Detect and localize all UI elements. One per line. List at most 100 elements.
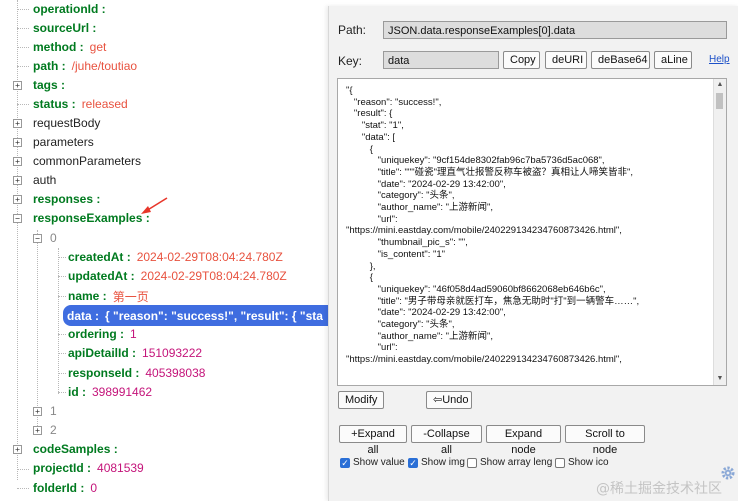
node-key: 2 — [50, 423, 57, 437]
node-value: 2024-02-29T08:04:24.780Z — [140, 269, 287, 283]
node-key: 0 — [50, 231, 57, 245]
expand-node-button[interactable]: Expand node — [486, 425, 561, 456]
show-img-checkbox[interactable]: ✓ Show img — [408, 457, 465, 468]
value-editor-textarea[interactable]: "{ "reason": "success!", "result": { "st… — [337, 78, 727, 386]
tree-node-apiDetailId[interactable]: apiDetailId : 151093222 — [68, 344, 202, 362]
tree-node-ordering[interactable]: ordering : 1 — [68, 325, 137, 343]
node-value: 398991462 — [92, 385, 153, 399]
scroll-down-icon[interactable]: ▼ — [714, 373, 726, 385]
checkbox-unchecked-icon — [467, 457, 477, 468]
tree-node-sourceUrl[interactable]: sourceUrl : — [33, 19, 96, 37]
modify-button[interactable]: Modify — [338, 391, 384, 409]
show-ico-checkbox[interactable]: Show ico — [555, 457, 609, 468]
minus-square-icon[interactable]: − — [13, 214, 22, 223]
tree-connector — [58, 373, 66, 374]
tree-node-folderId[interactable]: folderId : 0 — [33, 479, 97, 497]
node-value: 1 — [130, 327, 137, 341]
node-key: responseId : — [68, 366, 140, 380]
tree-node-createdAt[interactable]: createdAt : 2024-02-29T08:04:24.780Z — [68, 248, 283, 266]
tree-node-operationId[interactable]: operationId : — [33, 0, 106, 18]
node-value: 4081539 — [97, 461, 144, 475]
plus-square-icon[interactable]: + — [33, 407, 42, 416]
node-key: status : — [33, 97, 76, 111]
minus-square-icon[interactable]: − — [33, 234, 42, 243]
plus-square-icon[interactable]: + — [13, 119, 22, 128]
tree-node-status[interactable]: status : released — [33, 95, 128, 113]
node-key: codeSamples : — [33, 442, 118, 456]
path-field[interactable]: JSON.data.responseExamples[0].data — [383, 21, 727, 39]
tree-node-commonParameters[interactable]: commonParameters — [33, 152, 141, 170]
node-key: data : — [67, 308, 100, 323]
node-key: responseExamples : — [33, 211, 150, 225]
checkbox-checked-icon: ✓ — [340, 457, 350, 468]
checkbox-label: Show value — [353, 457, 405, 468]
tree-connector — [17, 66, 29, 67]
tree-node-updatedAt[interactable]: updatedAt : 2024-02-29T08:04:24.780Z — [68, 267, 287, 285]
node-value: 0 — [90, 481, 98, 495]
tree-node-projectId[interactable]: projectId : 4081539 — [33, 459, 144, 477]
scroll-up-icon[interactable]: ▲ — [714, 79, 726, 91]
node-key: 1 — [50, 404, 57, 418]
aline-button[interactable]: aLine — [654, 51, 692, 69]
plus-square-icon[interactable]: + — [13, 157, 22, 166]
tree-node-data-selected[interactable]: data : { "reason": "success!", "result": … — [63, 305, 334, 326]
checkbox-unchecked-icon — [555, 457, 565, 468]
tree-connector — [58, 392, 66, 393]
node-key: tags : — [33, 78, 66, 92]
tree-guide-line — [17, 0, 18, 480]
tree-node-codeSamples[interactable]: codeSamples : — [33, 440, 118, 458]
node-key: apiDetailId : — [68, 346, 137, 360]
expand-all-button[interactable]: +Expand all — [339, 425, 407, 456]
checkbox-checked-icon: ✓ — [408, 457, 418, 468]
plus-square-icon[interactable]: + — [13, 81, 22, 90]
plus-square-icon[interactable]: + — [13, 445, 22, 454]
tree-connector — [17, 488, 29, 489]
node-value: get — [89, 40, 107, 54]
gear-icon[interactable] — [720, 465, 736, 481]
tree-node-tags[interactable]: tags : — [33, 76, 65, 94]
tree-node-index-2[interactable]: 2 — [50, 421, 57, 439]
debase64-button[interactable]: deBase64 — [591, 51, 650, 69]
plus-square-icon[interactable]: + — [13, 195, 22, 204]
node-key: id : — [68, 385, 86, 399]
tree-connector — [17, 9, 29, 10]
node-key: projectId : — [33, 461, 92, 475]
tree-node-name[interactable]: name : 第一页 — [68, 287, 149, 305]
show-value-checkbox[interactable]: ✓ Show value — [340, 457, 405, 468]
scroll-to-node-button[interactable]: Scroll to node — [565, 425, 645, 456]
scrollbar-thumb[interactable] — [716, 93, 723, 109]
tree-node-path[interactable]: path : /juhe/toutiao — [33, 57, 137, 75]
vertical-scrollbar[interactable]: ▲ ▼ — [713, 79, 726, 385]
tree-connector — [17, 104, 29, 105]
plus-square-icon[interactable]: + — [13, 138, 22, 147]
checkbox-label: Show img — [421, 457, 465, 468]
node-value: 第一页 — [112, 289, 149, 304]
key-field[interactable]: data — [383, 51, 499, 69]
checkbox-label: Show array leng — [480, 457, 553, 468]
plus-square-icon[interactable]: + — [33, 426, 42, 435]
tree-node-method[interactable]: method : get — [33, 38, 106, 56]
tree-node-responseId[interactable]: responseId : 405398038 — [68, 364, 205, 382]
node-key: commonParameters — [33, 154, 142, 168]
node-value: /juhe/toutiao — [71, 59, 138, 73]
tree-connector — [58, 276, 66, 277]
node-key: updatedAt : — [68, 269, 135, 283]
tree-node-index-1[interactable]: 1 — [50, 402, 57, 420]
tree-node-responseExamples[interactable]: responseExamples : — [33, 209, 150, 227]
help-link[interactable]: Help — [709, 54, 730, 65]
plus-square-icon[interactable]: + — [13, 176, 22, 185]
collapse-all-button[interactable]: -Collapse all — [411, 425, 482, 456]
show-array-leng-checkbox[interactable]: Show array leng — [467, 457, 552, 468]
tree-node-responses[interactable]: responses : — [33, 190, 100, 208]
copy-button[interactable]: Copy — [503, 51, 540, 69]
deuri-button[interactable]: deURI — [545, 51, 587, 69]
tree-node-index-0[interactable]: 0 — [50, 229, 57, 247]
tree-connector — [58, 334, 66, 335]
undo-button[interactable]: ⇦Undo — [426, 391, 472, 409]
tree-node-auth[interactable]: auth — [33, 171, 56, 189]
json-tree: + + + + + + − − + + + operationId : sour… — [0, 0, 334, 501]
tree-node-id[interactable]: id : 398991462 — [68, 383, 152, 401]
tree-node-parameters[interactable]: parameters — [33, 133, 94, 151]
tree-node-requestBody[interactable]: requestBody — [33, 114, 100, 132]
node-key: name : — [68, 289, 107, 303]
